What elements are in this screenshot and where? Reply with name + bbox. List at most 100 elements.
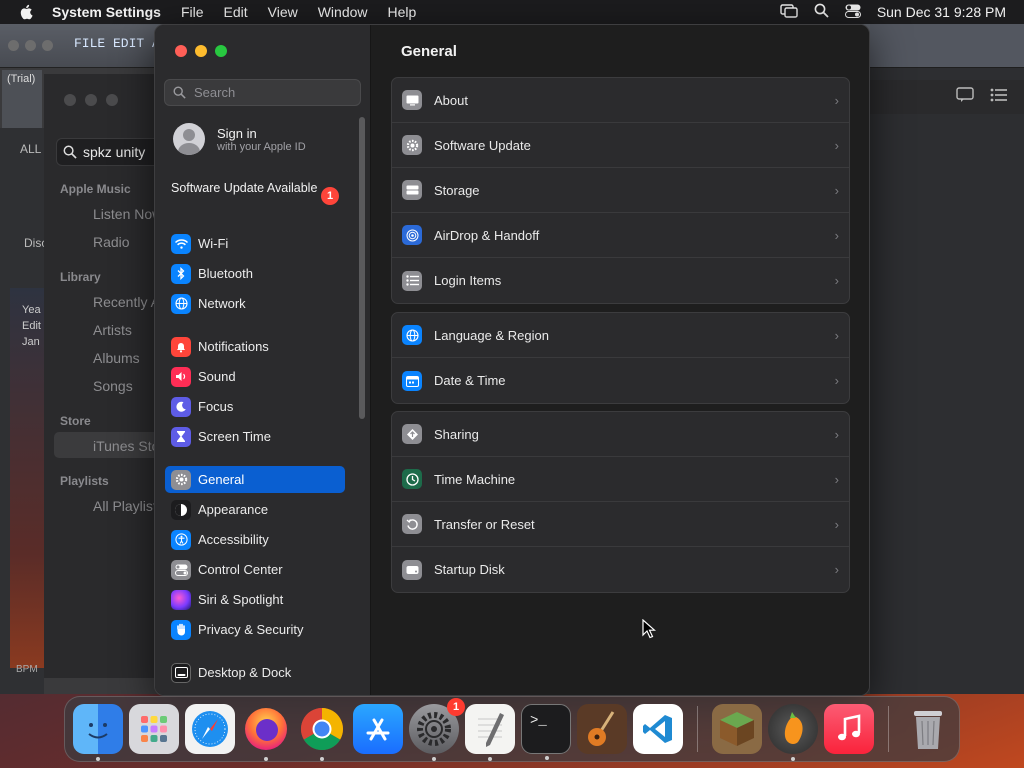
sidebar-item-network[interactable]: Network — [165, 290, 345, 317]
row-sharing[interactable]: Sharing › — [392, 412, 849, 457]
globe-icon — [402, 325, 422, 345]
sidebar-item-siri-spotlight[interactable]: Siri & Spotlight — [165, 586, 345, 613]
bpm-label: BPM — [16, 664, 38, 675]
row-storage[interactable]: Storage › — [392, 168, 849, 213]
safari-icon[interactable] — [185, 704, 235, 754]
row-software-update[interactable]: Software Update › — [392, 123, 849, 168]
music-item-artists[interactable]: Artists — [93, 322, 132, 338]
music-item-radio[interactable]: Radio — [93, 234, 130, 250]
music-left-panel: Yea Edit Jan — [10, 288, 44, 668]
row-date-time[interactable]: Date & Time › — [392, 358, 849, 403]
apple-menu-icon[interactable] — [0, 4, 52, 20]
chrome-icon[interactable] — [297, 704, 347, 761]
sidebar-item-screen-time[interactable]: Screen Time — [165, 423, 345, 450]
music-icon[interactable] — [824, 704, 874, 754]
row-time-machine[interactable]: Time Machine › — [392, 457, 849, 502]
sidebar-item-notifications[interactable]: Notifications — [165, 333, 345, 360]
row-label-transfer-reset: Transfer or Reset — [434, 516, 535, 532]
dock-settings-badge: 1 — [447, 698, 465, 716]
sidebar-item-control-center[interactable]: Control Center — [165, 556, 345, 583]
row-about[interactable]: About › — [392, 78, 849, 123]
zoom-button[interactable] — [215, 45, 227, 57]
bluetooth-icon — [171, 263, 191, 284]
menu-window[interactable]: Window — [318, 4, 368, 20]
system-settings-icon[interactable]: 1 — [409, 698, 465, 761]
sidebar-scrollbar[interactable] — [359, 117, 365, 419]
menu-edit[interactable]: Edit — [224, 4, 248, 20]
queue-list-icon[interactable] — [990, 88, 1008, 107]
row-label-date-time: Date & Time — [434, 373, 506, 388]
chevron-right-icon: › — [834, 471, 839, 487]
section-apple-music: Apple Music — [60, 182, 131, 196]
general-group-3: Sharing › Time Machine › Transfer or Res… — [391, 411, 850, 593]
bell-icon — [171, 336, 191, 357]
sidebar-item-bluetooth[interactable]: Bluetooth — [165, 260, 345, 287]
sidebar-item-general[interactable]: General — [165, 466, 345, 493]
music-item-albums[interactable]: Albums — [93, 350, 140, 366]
software-update-available[interactable]: Software Update Available — [171, 180, 321, 196]
spotlight-search-icon[interactable] — [814, 3, 829, 21]
trash-icon[interactable] — [903, 704, 953, 754]
sidebar-item-desktop-dock[interactable]: Desktop & Dock — [165, 659, 345, 686]
menu-clock[interactable]: Sun Dec 31 9:28 PM — [877, 4, 1006, 20]
menu-app-name[interactable]: System Settings — [52, 4, 161, 20]
software-update-icon — [402, 135, 422, 155]
control-center-icon[interactable] — [844, 4, 861, 21]
row-login-items[interactable]: Login Items › — [392, 258, 849, 303]
menu-file[interactable]: File — [181, 4, 204, 20]
music-item-listen-now[interactable]: Listen Now — [93, 206, 162, 222]
dock-separator — [888, 706, 889, 752]
reset-icon — [402, 514, 422, 534]
row-label-software-update: Software Update — [434, 137, 531, 153]
music-right-toolbar — [870, 80, 1024, 114]
sidebar-label-siri-spotlight: Siri & Spotlight — [198, 592, 284, 607]
signin-subtitle: with your Apple ID — [217, 140, 306, 153]
finder-icon[interactable] — [73, 704, 123, 761]
sidebar-item-appearance[interactable]: Appearance — [165, 496, 345, 523]
firefox-icon[interactable] — [241, 704, 291, 761]
music-item-recently-added[interactable]: Recently A — [93, 294, 160, 310]
sidebar-item-privacy-security[interactable]: Privacy & Security — [165, 616, 345, 643]
mouse-cursor-icon — [642, 618, 657, 644]
sidebar-label-sound: Sound — [198, 369, 236, 384]
launchpad-icon[interactable] — [129, 704, 179, 754]
sidebar-label-privacy-security: Privacy & Security — [198, 622, 304, 637]
screen-mirroring-icon[interactable] — [780, 3, 798, 21]
menu-view[interactable]: View — [268, 4, 298, 20]
section-playlists: Playlists — [60, 474, 109, 488]
chevron-right-icon: › — [834, 373, 839, 388]
sidebar-search-field[interactable]: Search — [164, 79, 361, 106]
textedit-icon[interactable] — [465, 704, 515, 761]
row-airdrop-handoff[interactable]: AirDrop & Handoff › — [392, 213, 849, 258]
update-badge: 1 — [321, 187, 339, 205]
terminal-icon[interactable]: >_ — [521, 704, 571, 760]
minecraft-icon[interactable] — [712, 704, 762, 754]
daw-trial-label: (Trial) — [2, 70, 42, 128]
chevron-right-icon: › — [834, 227, 839, 243]
guitar-icon[interactable] — [577, 704, 627, 754]
row-label-storage: Storage — [434, 182, 480, 198]
sidebar-item-sound[interactable]: Sound — [165, 363, 345, 390]
lyrics-icon[interactable] — [956, 86, 974, 108]
minimize-button[interactable] — [195, 45, 207, 57]
sidebar-label-screen-time: Screen Time — [198, 429, 271, 444]
row-label-about: About — [434, 92, 468, 108]
row-label-airdrop-handoff: AirDrop & Handoff — [434, 227, 540, 243]
row-language-region[interactable]: Language & Region › — [392, 313, 849, 358]
vscode-icon[interactable] — [633, 704, 683, 754]
sidebar-item-wifi[interactable]: Wi-Fi — [165, 230, 345, 257]
fl-studio-icon[interactable] — [768, 704, 818, 761]
row-transfer-reset[interactable]: Transfer or Reset › — [392, 502, 849, 547]
apple-id-signin[interactable]: Sign in with your Apple ID — [173, 123, 306, 155]
sidebar-item-focus[interactable]: Focus — [165, 393, 345, 420]
sidebar-item-accessibility[interactable]: Accessibility — [165, 526, 345, 553]
dock-icon — [171, 662, 191, 683]
music-item-itunes-store[interactable]: iTunes Sto — [93, 438, 159, 454]
calendar-icon — [402, 370, 422, 391]
app-store-icon[interactable] — [353, 704, 403, 754]
music-item-songs[interactable]: Songs — [93, 378, 133, 394]
avatar — [173, 123, 205, 155]
row-startup-disk[interactable]: Startup Disk › — [392, 547, 849, 592]
menu-help[interactable]: Help — [388, 4, 417, 20]
close-button[interactable] — [175, 45, 187, 57]
